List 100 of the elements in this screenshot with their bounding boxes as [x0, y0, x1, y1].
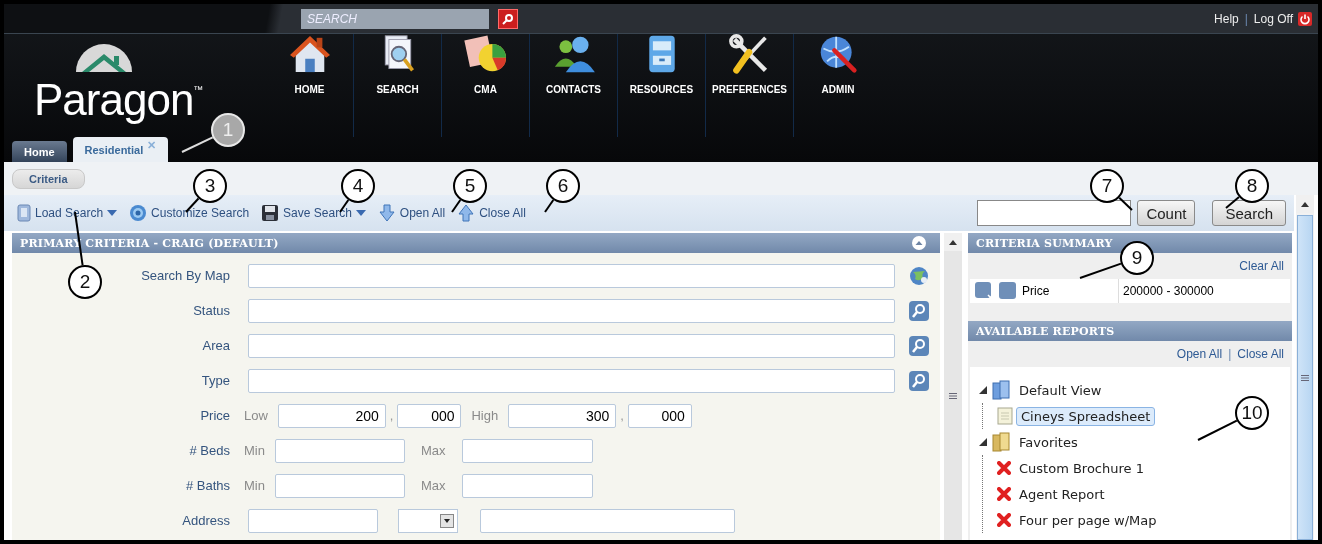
tree-item[interactable]: Agent Report [1014, 484, 1110, 504]
tree-item[interactable]: Favorites [1014, 432, 1083, 452]
tab[interactable]: Home [12, 141, 67, 162]
collapse-button[interactable] [912, 236, 926, 250]
up-arrow-icon [1301, 201, 1309, 207]
gear-icon [129, 204, 148, 222]
leader-line [451, 199, 462, 213]
input-field[interactable] [274, 438, 405, 463]
separator-text: | [1244, 11, 1248, 26]
caret-icon [440, 513, 454, 528]
separator-text: , [620, 408, 624, 423]
grip-icon [1301, 373, 1309, 382]
expand-toggle[interactable] [978, 437, 988, 447]
edit-icon[interactable] [998, 281, 1018, 301]
tree-item[interactable]: Cineys Spreadsheet [1016, 406, 1156, 426]
leader-line [544, 199, 555, 213]
range-label: Min [244, 478, 265, 493]
header-link[interactable]: Help [1214, 11, 1239, 26]
input-field[interactable] [248, 508, 378, 533]
nav-button[interactable]: PREFERENCES [706, 34, 794, 137]
search-button[interactable] [498, 8, 518, 29]
toolbar-button[interactable]: Open All [372, 199, 451, 227]
summary-name: Price [1022, 279, 1119, 303]
tree-item[interactable]: Four per page w/Map [1014, 510, 1162, 530]
field-label: Status [193, 303, 230, 318]
separator-text: , [389, 408, 394, 423]
dropdown-field[interactable] [398, 508, 458, 533]
leader-line [1225, 196, 1240, 209]
sheet-icon [997, 407, 1013, 425]
nav-button[interactable]: SEARCH [354, 34, 442, 137]
summary-value: 200000 - 300000 [1123, 284, 1214, 298]
input-field[interactable] [248, 298, 895, 323]
input-field[interactable] [248, 368, 895, 393]
input-field[interactable]: 300 [508, 403, 617, 428]
tree-item[interactable]: Custom Brochure 1 [1014, 458, 1149, 478]
range-label: Low [244, 408, 268, 423]
x-icon [997, 461, 1011, 475]
x-icon [997, 513, 1011, 527]
field-label: Type [201, 373, 230, 388]
nav-button[interactable]: CMA [442, 34, 530, 137]
search-icon [502, 12, 514, 25]
field-label: Address [182, 513, 230, 528]
down-arrow-icon [377, 204, 396, 222]
leader-line [1079, 262, 1122, 279]
toolbar-button[interactable]: Load Search [12, 199, 123, 227]
leader-line [1118, 196, 1133, 211]
clear-all-link[interactable]: Clear All [1239, 259, 1284, 273]
scroll-up-button[interactable] [944, 233, 962, 251]
header-link[interactable]: Log Off [1253, 11, 1312, 26]
up-arrow-icon [949, 239, 957, 245]
nav-button[interactable]: RESOURCES [618, 34, 706, 137]
range-label: Min [244, 443, 265, 458]
field-label: # Beds [189, 443, 230, 458]
range-label: High [471, 408, 499, 423]
scroll-thumb[interactable] [1297, 215, 1313, 540]
input-field[interactable]: 000 [627, 403, 692, 428]
input-field[interactable] [274, 473, 405, 498]
input-field[interactable] [461, 473, 593, 498]
nav-button[interactable]: CONTACTS [530, 34, 618, 137]
document-icon [17, 204, 31, 222]
input-field[interactable] [461, 438, 593, 463]
field-label: Search By Map [141, 268, 230, 283]
nav-button[interactable]: HOME [266, 34, 354, 137]
power-icon [1298, 11, 1312, 26]
range-label: Max [420, 478, 446, 493]
nav-button[interactable]: ADMIN [794, 34, 882, 137]
input-field[interactable] [248, 333, 895, 358]
separator-text: | [1228, 347, 1232, 361]
input-field[interactable]: 000 [397, 403, 462, 428]
folder-icon [991, 432, 1011, 452]
remove-icon[interactable] [974, 281, 994, 301]
field-label: Price [200, 408, 230, 423]
scrollbar[interactable] [1296, 195, 1314, 540]
leader-line [181, 136, 214, 153]
expand-toggle[interactable] [978, 385, 988, 395]
scrollbar[interactable] [944, 233, 962, 540]
logo-text: Paragon$^{™}$ [34, 74, 203, 126]
input-field[interactable] [480, 508, 735, 533]
search-button[interactable]: Search [1212, 200, 1286, 226]
search-field[interactable]: SEARCH [301, 8, 489, 29]
range-label: Max [420, 443, 446, 458]
close-all-link[interactable]: Close All [1237, 347, 1284, 361]
globe-button[interactable] [909, 265, 929, 286]
field-label: # Baths [185, 478, 230, 493]
field-label: Area [202, 338, 230, 353]
up-arrow-icon [457, 204, 476, 222]
x-icon [997, 487, 1011, 501]
count-field[interactable] [977, 200, 1132, 226]
panel-title: AVAILABLE REPORTS [976, 324, 1115, 338]
input-field[interactable] [248, 263, 895, 288]
criteria-tab[interactable]: Criteria [12, 168, 85, 189]
panel-title: CRITERIA SUMMARY [976, 236, 1113, 250]
open-all-link[interactable]: Open All [1176, 347, 1223, 361]
grip-icon [949, 391, 957, 400]
book-icon [991, 380, 1011, 400]
tree-item[interactable]: Default View [1014, 380, 1107, 400]
leader-line [1197, 419, 1238, 441]
input-field[interactable]: 200 [277, 403, 386, 428]
tab[interactable]: Residential ✕ [72, 137, 169, 162]
count-button[interactable]: Count [1137, 200, 1196, 226]
